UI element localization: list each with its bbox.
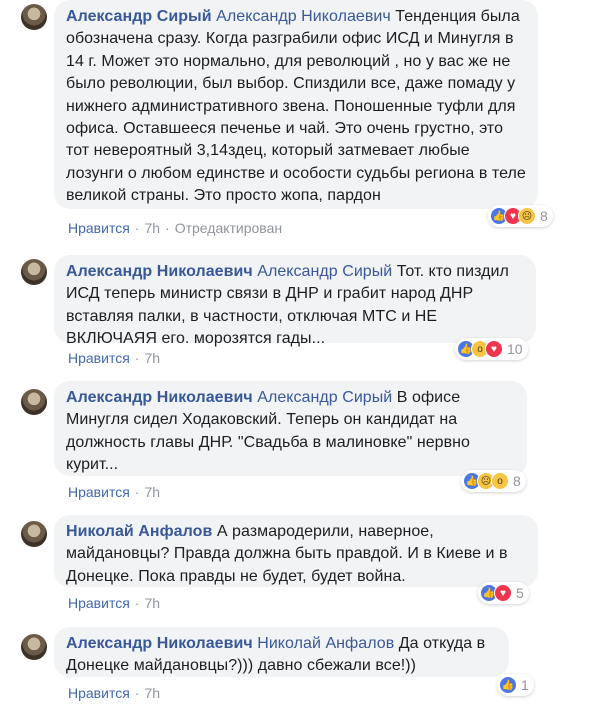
reaction-summary[interactable]: 👍 ♥ 5 (478, 582, 529, 604)
comment-time[interactable]: 7h (144, 685, 160, 701)
comment-time[interactable]: 7h (144, 595, 160, 611)
comment-time[interactable]: 7h (144, 484, 160, 500)
comment-author[interactable]: Александр Николаевич (66, 635, 253, 652)
reaction-count: 1 (521, 677, 529, 693)
reaction-count: 10 (507, 341, 523, 357)
edited-label[interactable]: Отредактирован (175, 220, 282, 236)
comment-mention[interactable]: Александр Сирый (257, 263, 392, 280)
comment-author[interactable]: Александр Сирый (66, 8, 212, 25)
like-button[interactable]: Нравится (68, 595, 130, 611)
comment-bubble: Александр Сирый Александр Николаевич Тен… (54, 0, 538, 209)
comment-time[interactable]: 7h (144, 350, 160, 366)
comment-bubble: Александр Николаевич Николай Анфалов Да … (54, 627, 509, 677)
comment-bubble: Александр Николаевич Александр Сирый В о… (54, 381, 527, 476)
reaction-summary[interactable]: 👍 o ♥ 10 (455, 338, 528, 360)
like-button[interactable]: Нравится (68, 685, 130, 701)
reaction-count: 8 (513, 473, 521, 489)
avatar[interactable] (21, 389, 47, 415)
reaction-count: 8 (540, 208, 548, 224)
avatar[interactable] (21, 634, 47, 660)
love-icon: ♥ (494, 584, 512, 602)
reaction-summary[interactable]: 👍 ☹ o 8 (461, 470, 526, 492)
sad-icon: ☹ (518, 207, 536, 225)
like-button[interactable]: Нравится (68, 350, 130, 366)
reaction-count: 5 (516, 585, 524, 601)
like-button[interactable]: Нравится (68, 484, 130, 500)
comment-mention[interactable]: Николай Анфалов (257, 635, 394, 652)
comment-text: Тенденция была обозначена сразу. Когда р… (66, 8, 526, 205)
love-icon: ♥ (485, 340, 503, 358)
comment-actions: Нравится · 7h (68, 484, 161, 500)
wow-icon: o (491, 472, 509, 490)
comment-bubble: Николай Анфалов А размародерили, наверно… (54, 515, 538, 587)
comment-author[interactable]: Александр Николаевич (66, 263, 253, 280)
comment-mention[interactable]: Александр Сирый (257, 389, 392, 406)
like-button[interactable]: Нравится (68, 220, 130, 236)
avatar[interactable] (21, 4, 47, 30)
comment-actions: Нравится · 7h (68, 595, 161, 611)
comment-mention[interactable]: Александр Николаевич (216, 8, 391, 25)
reaction-summary[interactable]: 👍 1 (497, 674, 534, 696)
like-icon: 👍 (499, 676, 517, 694)
avatar[interactable] (21, 521, 47, 547)
comment-author[interactable]: Александр Николаевич (66, 389, 253, 406)
comment-actions: Нравится · 7h (68, 685, 161, 701)
comment-bubble: Александр Николаевич Александр Сирый Тот… (54, 255, 536, 347)
avatar[interactable] (21, 259, 47, 285)
comment-author[interactable]: Николай Анфалов (66, 523, 212, 540)
comment-time[interactable]: 7h (144, 220, 160, 236)
comment-actions: Нравится · 7h · Отредактирован (68, 220, 283, 236)
comment-actions: Нравится · 7h (68, 350, 161, 366)
reaction-summary[interactable]: 👍 ♥ ☹ 8 (488, 205, 553, 227)
